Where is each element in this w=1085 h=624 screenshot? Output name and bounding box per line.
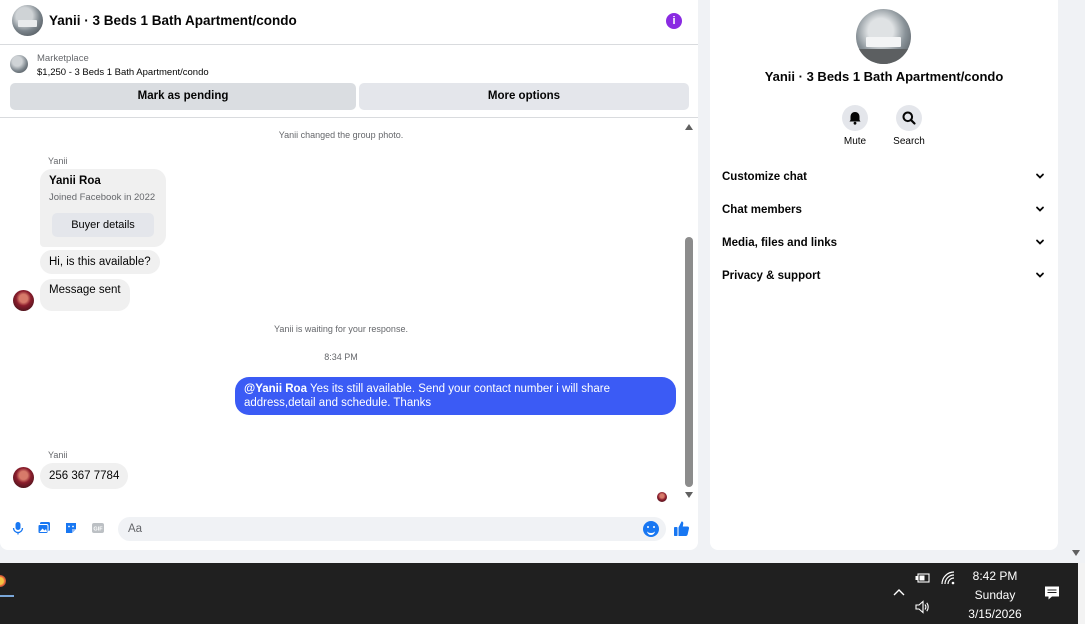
sender-name: Yanii [48,156,68,166]
message-timestamp: 8:34 PM [324,352,358,362]
info-title: Yanii · 3 Beds 1 Bath Apartment/condo [764,69,1004,84]
wifi-icon[interactable] [940,570,956,586]
message-bubble[interactable]: Hi, is this available? [40,250,160,274]
section-customize-chat[interactable]: Customize chat [722,168,1046,188]
battery-icon[interactable] [914,570,930,586]
message-composer: GIF [0,512,698,546]
chat-title[interactable]: Yanii · 3 Beds 1 Bath Apartment/condo [49,13,297,28]
more-options-button[interactable]: More options [359,83,689,110]
seen-indicator-avatar [657,492,667,502]
show-desktop-button[interactable] [1078,563,1085,624]
chevron-down-icon [1036,272,1044,278]
scroll-down-arrow-icon[interactable] [685,492,693,498]
conversation-info-panel: Yanii · 3 Beds 1 Bath Apartment/condo Mu… [710,0,1058,550]
like-icon[interactable] [673,520,690,537]
section-label: Media, files and links [722,237,838,249]
chevron-down-icon [1036,239,1044,245]
clock-date: 3/15/2026 [968,607,1022,621]
gif-icon[interactable]: GIF [91,521,105,535]
message-bubble[interactable]: Message sent [40,279,130,311]
profile-joined: Joined Facebook in 2022 [49,192,156,203]
system-note-group-photo: Yanii changed the group photo. [278,130,404,140]
volume-icon[interactable] [914,599,930,615]
outgoing-message-bubble[interactable]: @Yanii Roa Yes its still available. Send… [235,377,676,415]
svg-text:GIF: GIF [93,527,103,533]
mention[interactable]: @Yanii Roa [244,383,307,395]
taskbar-app-icon[interactable] [0,569,14,597]
chat-header: Yanii · 3 Beds 1 Bath Apartment/condo i [0,0,698,45]
listing-bar: Marketplace $1,250 - 3 Beds 1 Bath Apart… [0,46,698,118]
listing-thumbnail[interactable] [10,55,28,73]
system-clock[interactable]: 8:42 PM Sunday 3/15/2026 [958,567,1032,624]
section-label: Privacy & support [722,270,821,282]
clock-time: 8:42 PM [972,569,1018,583]
section-privacy-support[interactable]: Privacy & support [722,267,1046,287]
mute-label: Mute [843,136,867,147]
listing-kicker: Marketplace [37,53,89,64]
chevron-down-icon [1036,173,1044,179]
message-list: Yanii changed the group photo. Yanii Yan… [0,119,698,509]
mute-button[interactable]: Mute [830,105,880,147]
sender-avatar[interactable] [13,467,34,488]
info-icon[interactable]: i [666,13,682,29]
listing-price-title[interactable]: $1,250 - 3 Beds 1 Bath Apartment/condo [37,67,209,78]
chat-panel: Yanii · 3 Beds 1 Bath Apartment/condo i … [0,0,698,550]
sticker-icon[interactable] [64,521,78,535]
chat-avatar[interactable] [12,5,43,36]
mark-as-pending-button[interactable]: Mark as pending [10,83,356,110]
buyer-profile-card: Yanii Roa Joined Facebook in 2022 Buyer … [40,169,166,247]
clock-day: Sunday [974,588,1016,602]
search-icon [902,111,916,125]
message-scrollbar[interactable] [683,122,695,504]
message-bubble[interactable]: 256 367 7784 [40,463,129,489]
bell-icon [849,112,861,125]
group-photo[interactable] [856,9,911,64]
chevron-up-icon[interactable] [891,585,907,601]
photo-icon[interactable] [37,521,51,535]
sender-name: Yanii [48,450,68,460]
sender-avatar[interactable] [13,290,34,311]
chevron-down-icon [1036,206,1044,212]
buyer-details-button[interactable]: Buyer details [52,213,154,237]
search-label: Search [893,136,925,147]
section-label: Customize chat [722,171,807,183]
scroll-up-arrow-icon[interactable] [685,124,693,130]
microphone-icon[interactable] [11,521,25,535]
emoji-icon[interactable] [643,521,659,537]
section-media-files-links[interactable]: Media, files and links [722,234,1046,254]
system-note-waiting: Yanii is waiting for your response. [274,324,408,334]
taskbar: 8:42 PM Sunday 3/15/2026 [0,563,1085,624]
scroll-thumb[interactable] [685,237,693,487]
section-chat-members[interactable]: Chat members [722,201,1046,221]
page-scroll-down-arrow-icon[interactable] [1072,550,1080,556]
notification-icon[interactable] [1044,585,1060,601]
search-button[interactable]: Search [884,105,934,147]
message-input[interactable] [118,517,666,541]
profile-name: Yanii Roa [49,175,101,187]
section-label: Chat members [722,204,802,216]
